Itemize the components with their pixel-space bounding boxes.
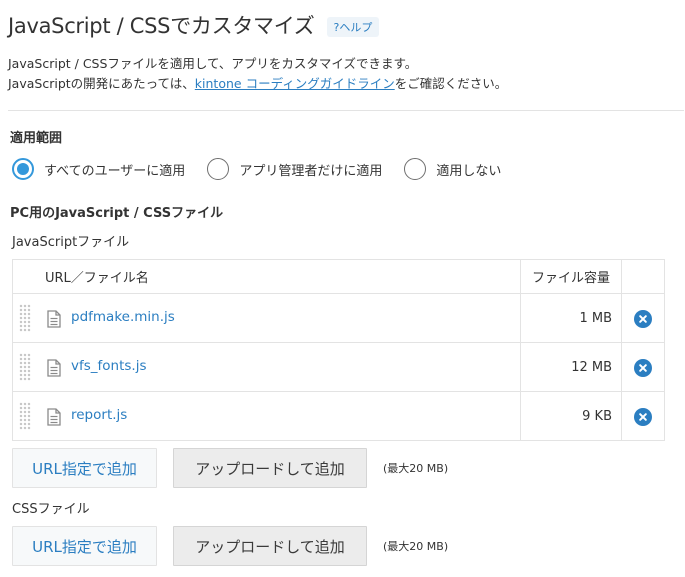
file-size-cell: 1 MB — [520, 293, 622, 343]
description: JavaScript / CSSファイルを適用して、アプリをカスタマイズできます… — [8, 54, 507, 94]
document-icon — [47, 359, 61, 377]
close-circle-icon[interactable] — [634, 358, 652, 377]
scope-radio-group: すべてのユーザーに適用 アプリ管理者だけに適用 適用しない — [12, 158, 523, 180]
file-link[interactable]: pdfmake.min.js — [71, 309, 175, 325]
close-circle-icon[interactable] — [634, 309, 652, 328]
file-link[interactable]: vfs_fonts.js — [71, 358, 147, 374]
js-add-by-url-button[interactable]: URL指定で追加 — [12, 448, 157, 488]
pc-section-title: PC用のJavaScript / CSSファイル — [10, 206, 224, 221]
scope-label: 適用範囲 — [10, 131, 63, 146]
customize-page: JavaScript / CSSでカスタマイズ ?ヘルプ JavaScript … — [0, 0, 685, 577]
delete-cell — [621, 293, 665, 343]
drag-handle-icon[interactable] — [19, 402, 31, 430]
column-header-size: ファイル容量 — [520, 259, 622, 294]
document-icon — [47, 310, 61, 328]
js-add-buttons: URL指定で追加 アップロードして追加 (最大20 MB) — [12, 448, 448, 488]
drag-handle-icon[interactable] — [19, 353, 31, 381]
description-suffix: をご確認ください。 — [394, 76, 508, 91]
css-upload-button[interactable]: アップロードして追加 — [173, 526, 367, 566]
delete-cell — [621, 391, 665, 441]
css-add-by-url-button[interactable]: URL指定で追加 — [12, 526, 157, 566]
radio-button-selected[interactable] — [12, 158, 34, 180]
column-header-delete — [621, 259, 665, 294]
table-row: report.js 9 KB — [12, 391, 665, 441]
css-files-label: CSSファイル — [12, 502, 90, 517]
scope-option-label: アプリ管理者だけに適用 — [239, 163, 383, 179]
scope-option-none[interactable]: 適用しない — [404, 158, 501, 180]
table-row: pdfmake.min.js 1 MB — [12, 293, 665, 343]
js-file-table: URL／ファイル名 ファイル容量 pdfmake.min.js 1 MB vfs… — [12, 259, 665, 441]
file-name-cell: pdfmake.min.js — [12, 293, 521, 343]
table-header-row: URL／ファイル名 ファイル容量 — [12, 259, 665, 294]
description-line-2: JavaScriptの開発にあたっては、kintone コーディングガイドライン… — [8, 74, 507, 94]
document-icon — [47, 408, 61, 426]
scope-option-label: すべてのユーザーに適用 — [44, 163, 186, 179]
drag-handle-icon[interactable] — [19, 304, 31, 332]
file-size-cell: 9 KB — [520, 391, 622, 441]
file-name-cell: vfs_fonts.js — [12, 342, 521, 392]
js-upload-button[interactable]: アップロードして追加 — [173, 448, 367, 488]
file-link[interactable]: report.js — [71, 407, 127, 423]
scope-option-label: 適用しない — [436, 163, 502, 179]
max-size-note: (最大20 MB) — [383, 462, 449, 475]
header: JavaScript / CSSでカスタマイズ ?ヘルプ — [8, 10, 380, 40]
radio-button[interactable] — [404, 158, 427, 180]
page-title: JavaScript / CSSでカスタマイズ — [8, 14, 315, 38]
scope-option-admins-only[interactable]: アプリ管理者だけに適用 — [207, 158, 382, 180]
css-add-buttons: URL指定で追加 アップロードして追加 (最大20 MB) — [12, 526, 448, 566]
delete-cell — [621, 342, 665, 392]
column-header-name: URL／ファイル名 — [12, 259, 521, 294]
help-link[interactable]: ?ヘルプ — [326, 16, 380, 37]
coding-guideline-link[interactable]: kintone コーディングガイドライン — [195, 76, 395, 91]
description-prefix: JavaScriptの開発にあたっては、 — [8, 76, 195, 91]
divider — [8, 110, 684, 111]
radio-button[interactable] — [207, 158, 230, 180]
table-row: vfs_fonts.js 12 MB — [12, 342, 665, 392]
scope-option-all-users[interactable]: すべてのユーザーに適用 — [12, 158, 185, 180]
js-files-label: JavaScriptファイル — [12, 235, 130, 250]
description-line-1: JavaScript / CSSファイルを適用して、アプリをカスタマイズできます… — [8, 56, 418, 71]
file-name-cell: report.js — [12, 391, 521, 441]
close-circle-icon[interactable] — [634, 407, 652, 426]
file-size-cell: 12 MB — [520, 342, 622, 392]
max-size-note: (最大20 MB) — [383, 540, 449, 553]
